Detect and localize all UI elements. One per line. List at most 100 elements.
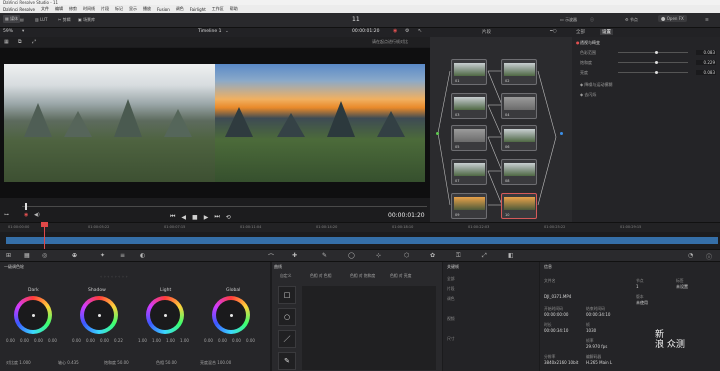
3d-icon[interactable]: ◧ xyxy=(508,252,514,259)
node-08[interactable]: 08 xyxy=(501,159,537,185)
saturation-param[interactable]: 饱和度 50.00 xyxy=(104,360,129,366)
edit-button[interactable]: ✂ 剪辑 xyxy=(58,17,71,23)
tab-all[interactable]: 全部 xyxy=(576,29,585,35)
node-mode-select[interactable]: 片段 xyxy=(482,29,491,35)
hdr-icon[interactable]: ✦ xyxy=(100,252,105,259)
curve-tab-hue-hue[interactable]: 色相 对 色相 xyxy=(310,273,331,279)
curve-tab-custom[interactable]: 自定义 xyxy=(280,273,291,279)
source-input-dot[interactable] xyxy=(436,132,439,135)
node-editor[interactable]: 01 02 03 04 05 06 07 08 09 10 xyxy=(430,37,572,223)
node-02[interactable]: 02 xyxy=(501,59,537,85)
slider-knob[interactable] xyxy=(655,61,658,64)
fx-param-slider[interactable] xyxy=(618,51,688,54)
wipe-mode-label[interactable]: 请在起点进行帧对比 xyxy=(372,39,408,45)
node-07[interactable]: 07 xyxy=(451,159,487,185)
go-to-end-icon[interactable]: ⏭ xyxy=(214,213,219,221)
wheel-value[interactable]: 0.00 xyxy=(232,338,241,343)
menu-item-trim[interactable]: 修剪 xyxy=(69,6,77,12)
scrub-bar[interactable] xyxy=(22,206,427,207)
wheel-value[interactable]: 0.00 xyxy=(218,338,227,343)
scopes-button[interactable]: ▭ 示波器 xyxy=(560,17,577,23)
wheel-puck[interactable] xyxy=(230,314,233,317)
primaries-icon[interactable]: ⊕ xyxy=(72,252,77,259)
color-match-icon[interactable]: ▦ xyxy=(24,252,30,259)
timeline-clip[interactable] xyxy=(6,237,718,244)
expand-icon[interactable]: ⤢ xyxy=(32,39,36,45)
motion-effects-icon[interactable]: ◐ xyxy=(140,252,145,259)
keyframe-row[interactable]: 片段 xyxy=(447,286,455,292)
node-09[interactable]: 09 xyxy=(451,193,487,219)
lut-button[interactable]: ▥ LUT xyxy=(35,17,47,22)
keyframe-row[interactable]: 全部 xyxy=(447,276,455,282)
tab-settings[interactable]: 设置 xyxy=(600,29,613,35)
go-to-start-icon[interactable]: ⏮ xyxy=(170,213,175,221)
menu-item-mark[interactable]: 标记 xyxy=(115,6,123,12)
fx-param-value[interactable]: 0.083 xyxy=(696,70,716,75)
fx-enabled-icon[interactable]: ● xyxy=(576,40,580,45)
scopes-icon[interactable]: ◔ xyxy=(688,252,693,259)
slider-knob[interactable] xyxy=(655,51,658,54)
fx-param-value[interactable]: 0.083 xyxy=(696,50,716,55)
fx-subsection[interactable]: ◆ 降噪与运动模糊 xyxy=(580,82,612,88)
camera-raw-icon[interactable]: ⊞ xyxy=(6,252,11,259)
contrast-param[interactable]: 对比度 1.000 xyxy=(6,360,31,366)
wheel-puck[interactable] xyxy=(98,314,101,317)
fx-param-slider[interactable] xyxy=(618,61,688,64)
menu-item-color[interactable]: 调色 xyxy=(176,6,184,12)
fx-param-value[interactable]: 0.229 xyxy=(696,60,716,65)
tracker-icon[interactable]: ⊹ xyxy=(376,252,381,259)
info-icon[interactable]: ⓘ xyxy=(706,252,712,261)
menu-item-timeline[interactable]: 时间线 xyxy=(83,6,95,12)
menu-item-playback[interactable]: 播放 xyxy=(143,6,151,12)
audio-meter-icon[interactable]: ⊶ xyxy=(4,212,9,218)
fx-subsection[interactable]: ◆ 去闪烁 xyxy=(580,92,596,98)
record-icon[interactable]: ◉ xyxy=(393,28,397,34)
zoom-level[interactable]: 59% xyxy=(3,29,13,34)
stop-icon[interactable]: ■ xyxy=(192,214,198,221)
sliders-icon[interactable]: ☰ xyxy=(705,17,709,22)
linear-window-button[interactable]: ／ xyxy=(278,330,296,348)
color-wheels-icon[interactable]: ◎ xyxy=(42,252,47,259)
nodes-button[interactable]: ⚙ 节点 xyxy=(625,17,638,23)
circle-window-button[interactable]: ○ xyxy=(278,308,296,326)
scrub-handle[interactable] xyxy=(25,203,27,210)
keyframe-row[interactable]: 调色 xyxy=(447,296,455,302)
loop-playback-icon[interactable]: ⟲ xyxy=(226,214,231,221)
info-button[interactable]: ⓘ xyxy=(590,17,594,23)
fx-param-slider[interactable] xyxy=(618,71,688,74)
menu-item-edit[interactable]: 编辑 xyxy=(55,6,63,12)
video-viewer[interactable] xyxy=(0,48,430,198)
scene-button[interactable]: ▣ 场景库 xyxy=(78,17,95,23)
menu-item-resolve[interactable]: DaVinci Resolve xyxy=(3,7,35,12)
loop-icon[interactable]: ◉ xyxy=(24,212,28,218)
menu-item-view[interactable]: 显示 xyxy=(129,6,137,12)
magic-mask-icon[interactable]: ⬡ xyxy=(404,252,409,259)
hue-param[interactable]: 色相 50.00 xyxy=(156,360,177,366)
grid-icon[interactable]: ▦ xyxy=(4,39,9,45)
curves-tool-icon[interactable]: ⌒ xyxy=(268,252,274,261)
slider-knob[interactable] xyxy=(655,71,658,74)
pointer-icon[interactable]: ↖ xyxy=(418,28,422,34)
menu-item-fusion[interactable]: Fusion xyxy=(157,7,170,12)
qualifier-icon[interactable]: ✎ xyxy=(322,252,327,259)
media-button[interactable]: ▦ 媒体 xyxy=(3,15,21,23)
wheel-value[interactable]: 0.00 xyxy=(246,338,255,343)
node-04[interactable]: 04 xyxy=(501,93,537,119)
timeline-name[interactable]: Timeline 1 xyxy=(198,29,221,34)
menu-item-fairlight[interactable]: Fairlight xyxy=(190,7,206,12)
rectangle-window-button[interactable]: □ xyxy=(278,286,296,304)
luma-mix-param[interactable]: 亮度混合 100.00 xyxy=(200,360,231,366)
rgb-mixer-icon[interactable]: ≡ xyxy=(120,252,125,259)
menu-item-clip[interactable]: 片段 xyxy=(101,6,109,12)
play-icon[interactable]: ▶ xyxy=(204,214,209,221)
fx-section-title[interactable]: 透视与畸变 xyxy=(580,40,600,46)
node-10[interactable]: 10 xyxy=(501,193,537,219)
wheel-puck[interactable] xyxy=(32,314,35,317)
menu-item-help[interactable]: 帮助 xyxy=(230,6,238,12)
curve-graph-area[interactable] xyxy=(302,286,436,370)
output-dot[interactable] xyxy=(560,132,563,135)
volume-icon[interactable]: ◀) xyxy=(34,212,40,218)
openfx-button[interactable]: ⬤ Open FX xyxy=(658,15,687,22)
zoom-slider-icon[interactable]: ━○ xyxy=(550,29,557,34)
timeline-ruler[interactable]: 01:00:00:00 01:00:05:22 01:00:07:15 01:0… xyxy=(0,222,720,232)
